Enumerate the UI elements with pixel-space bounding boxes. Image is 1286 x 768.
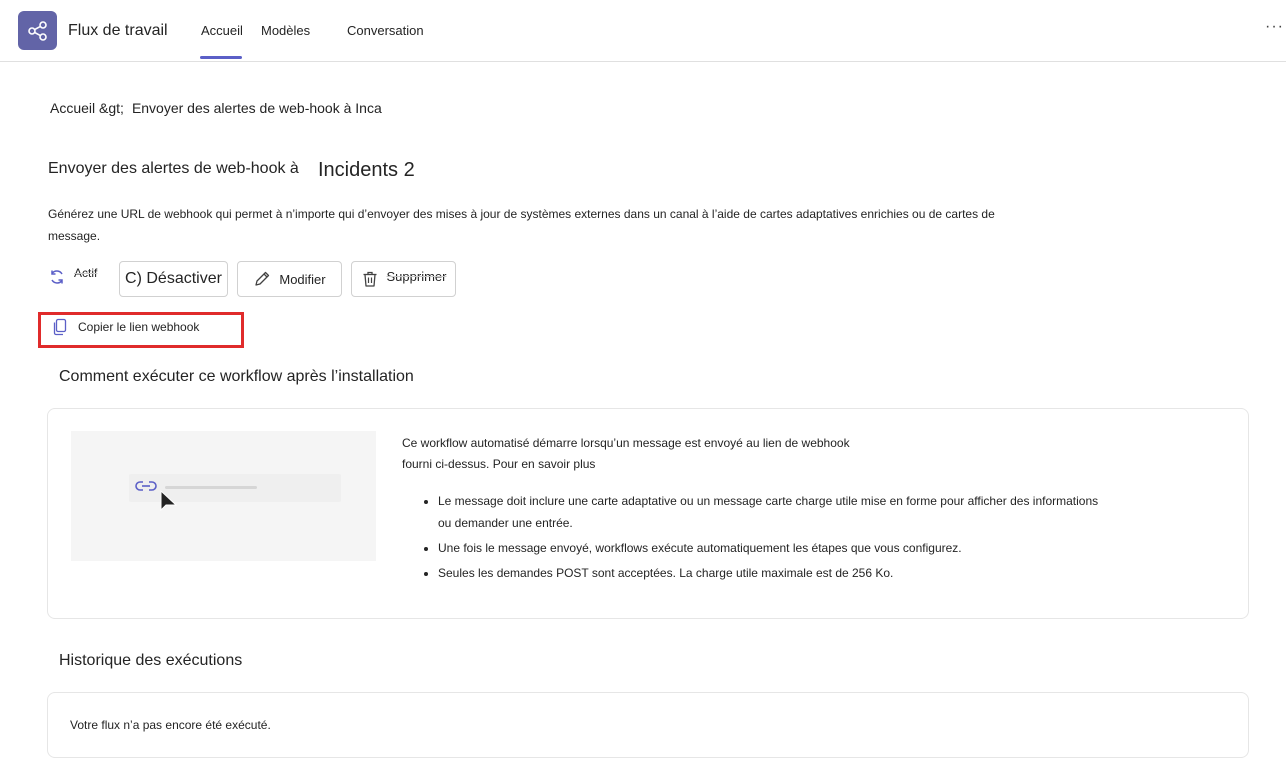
breadcrumb-current: Envoyer des alertes de web-hook à Inca — [131, 100, 382, 116]
history-card: Votre flux n’a pas encore été exécuté. — [47, 692, 1249, 758]
breadcrumb-home[interactable]: Accueil &gt; — [50, 100, 124, 116]
history-empty-message: Votre flux n’a pas encore été exécuté. — [70, 718, 271, 732]
top-bar: Flux de travail Accueil Modèles Conversa… — [0, 0, 1286, 62]
how-to-title: Comment exécuter ce workflow après l’ins… — [59, 368, 414, 385]
status-label: Actif — [74, 266, 98, 280]
sync-icon — [51, 270, 63, 284]
more-options-button[interactable]: ··· — [1265, 18, 1284, 36]
delete-button[interactable]: Supprimer — [351, 261, 456, 297]
how-to-intro-line1: Ce workflow automatisé démarre lorsqu’un… — [402, 436, 850, 450]
history-title: Historique des exécutions — [59, 652, 243, 669]
how-to-intro-line2: fourni ci-dessus. Pour en savoir plus — [402, 457, 596, 471]
tab-conversation[interactable]: Conversation — [347, 23, 424, 38]
edit-button[interactable]: Modifier — [237, 261, 342, 297]
how-to-text: Ce workflow automatisé démarre lorsqu’un… — [402, 433, 1102, 587]
copy-webhook-link[interactable]: Copier le lien webhook — [52, 318, 199, 336]
workflows-app-icon[interactable] — [18, 11, 57, 50]
cursor-icon — [160, 489, 178, 512]
copy-link-label: Copier le lien webhook — [78, 320, 200, 334]
share-nodes-icon — [27, 20, 47, 41]
trash-icon — [363, 271, 377, 287]
app-title: Flux de travail — [68, 22, 168, 39]
deactivate-button[interactable]: C) Désactiver — [119, 261, 228, 297]
tab-modeles[interactable]: Modèles — [261, 23, 310, 38]
active-tab-indicator — [200, 56, 242, 59]
list-item: Une fois le message envoyé, workflows ex… — [438, 537, 1102, 559]
webhook-illustration — [71, 431, 376, 561]
list-item: Le message doit inclure une carte adapta… — [438, 490, 1102, 534]
link-icon — [135, 481, 157, 491]
how-to-card: Ce workflow automatisé démarre lorsqu’un… — [47, 408, 1249, 619]
flow-title: Envoyer des alertes de web-hook à — [48, 160, 299, 177]
copy-icon — [53, 318, 67, 336]
how-to-bullets: Le message doit inclure une carte adapta… — [402, 490, 1102, 584]
flow-description: Générez une URL de webhook qui permet à … — [48, 207, 995, 243]
delete-label: Supprimer — [386, 268, 447, 284]
flow-channel-name: Incidents 2 — [318, 159, 415, 181]
list-item: Seules les demandes POST sont acceptées.… — [438, 562, 1102, 584]
tab-accueil[interactable]: Accueil — [201, 23, 243, 38]
breadcrumb: Accueil &gt; Envoyer des alertes de web-… — [50, 100, 382, 116]
edit-label: Modifier — [279, 271, 326, 287]
pencil-icon — [255, 271, 270, 286]
deactivate-label: C) Désactiver — [125, 270, 222, 287]
status-indicator: Actif — [48, 266, 98, 286]
